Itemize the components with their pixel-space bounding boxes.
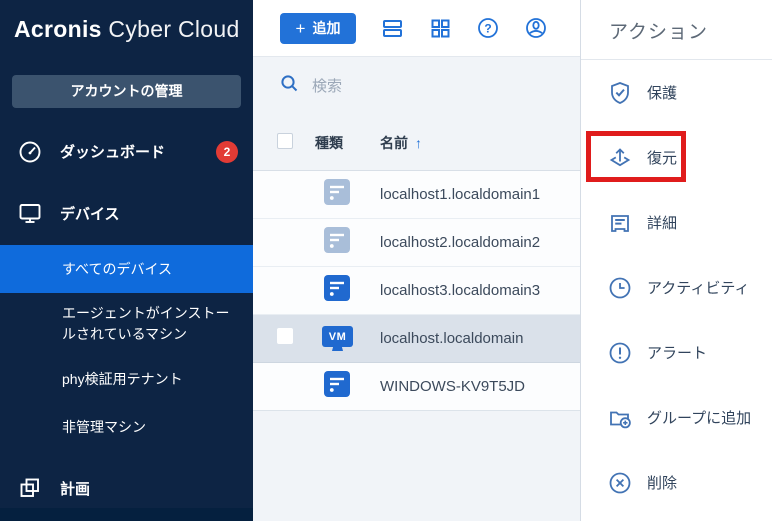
- action-alerts[interactable]: アラート: [581, 320, 772, 385]
- action-delete[interactable]: 削除: [581, 450, 772, 515]
- table-row[interactable]: localhost1.localdomain1: [253, 171, 580, 219]
- plans-icon: [17, 475, 43, 501]
- sidebar-nav: ダッシュボード 2 デバイス すべてのデバイス エージェントがインストールされて…: [0, 122, 253, 517]
- account-icon[interactable]: [524, 16, 548, 40]
- help-icon[interactable]: ?: [476, 16, 500, 40]
- sidebar-item-label: 計画: [60, 478, 90, 499]
- device-name: localhost.localdomain: [380, 330, 523, 347]
- machine-offline-icon: [324, 179, 350, 210]
- action-activities[interactable]: アクティビティ: [581, 255, 772, 320]
- plus-icon: +: [296, 20, 306, 37]
- machine-online-icon: [324, 371, 350, 402]
- sidebar-item-unmanaged-machines[interactable]: 非管理マシン: [0, 403, 253, 451]
- svg-text:?: ?: [484, 21, 491, 35]
- sidebar-item-devices[interactable]: デバイス: [0, 181, 253, 245]
- action-recover[interactable]: 復元: [581, 125, 772, 190]
- gauge-icon: [17, 139, 43, 165]
- add-to-group-icon: [607, 405, 633, 431]
- brand-logo-bold: Acronis: [14, 16, 102, 42]
- sidebar-item-label: すべてのデバイス: [62, 259, 172, 280]
- column-header-type[interactable]: 種類: [315, 133, 380, 153]
- table-header: 種類 名前 ↑: [253, 115, 580, 171]
- delete-icon: [607, 470, 633, 496]
- sidebar-bottom-strip: [0, 508, 253, 521]
- table-row[interactable]: localhost2.localdomain2: [253, 219, 580, 267]
- toolbar: + 追加 ?: [253, 0, 580, 57]
- sidebar-item-dashboard[interactable]: ダッシュボード 2: [0, 122, 253, 181]
- sidebar-item-label: 非管理マシン: [62, 417, 146, 438]
- sidebar: Acronis Cyber Cloud アカウントの管理 ダッシュボード 2: [0, 0, 253, 521]
- sidebar-item-label: デバイス: [60, 203, 120, 224]
- list-view-icon[interactable]: [380, 16, 404, 40]
- main-content: + 追加 ?: [253, 0, 580, 521]
- search-bar: [253, 57, 580, 115]
- select-all-checkbox[interactable]: [277, 133, 293, 149]
- search-input[interactable]: [312, 78, 532, 95]
- actions-panel-title: アクション: [581, 0, 772, 44]
- details-icon: [607, 210, 633, 236]
- sidebar-item-all-devices[interactable]: すべてのデバイス: [0, 245, 253, 293]
- activity-clock-icon: [607, 275, 633, 301]
- table-row[interactable]: localhost3.localdomain3: [253, 267, 580, 315]
- device-name: localhost3.localdomain3: [380, 282, 540, 299]
- row-checkbox[interactable]: [277, 328, 293, 344]
- actions-panel: アクション 保護 復元: [580, 0, 772, 521]
- grid-view-icon[interactable]: [428, 16, 452, 40]
- brand-logo-rest: Cyber Cloud: [102, 16, 240, 42]
- sidebar-item-label: phy検証用テナント: [62, 369, 183, 390]
- sidebar-item-phy-tenant[interactable]: phy検証用テナント: [0, 355, 253, 403]
- dashboard-alert-badge: 2: [216, 141, 238, 163]
- vm-icon: VM: [322, 326, 353, 351]
- shield-check-icon: [607, 80, 633, 106]
- recover-icon: [607, 145, 633, 171]
- add-button[interactable]: + 追加: [280, 13, 356, 44]
- sidebar-item-label: エージェントがインストールされているマシン: [62, 303, 237, 345]
- brand-logo: Acronis Cyber Cloud: [0, 0, 253, 43]
- device-name: localhost2.localdomain2: [380, 234, 540, 251]
- machine-online-icon: [324, 275, 350, 306]
- table-row-selected[interactable]: VM localhost.localdomain: [253, 315, 580, 363]
- action-add-to-group[interactable]: グループに追加: [581, 385, 772, 450]
- action-protect[interactable]: 保護: [581, 60, 772, 125]
- acronis-cyber-cloud-app: Acronis Cyber Cloud アカウントの管理 ダッシュボード 2: [0, 0, 772, 521]
- sidebar-item-label: ダッシュボード: [60, 141, 165, 162]
- device-table: localhost1.localdomain1 localhost2.local…: [253, 171, 580, 411]
- device-name: WINDOWS-KV9T5JD: [380, 378, 525, 395]
- sort-ascending-icon[interactable]: ↑: [415, 135, 422, 151]
- search-icon: [280, 74, 299, 98]
- machine-offline-icon: [324, 227, 350, 258]
- device-name: localhost1.localdomain1: [380, 186, 540, 203]
- column-header-name[interactable]: 名前: [380, 133, 408, 153]
- alert-icon: [607, 340, 633, 366]
- action-details[interactable]: 詳細: [581, 190, 772, 255]
- table-row[interactable]: WINDOWS-KV9T5JD: [253, 363, 580, 411]
- monitor-icon: [17, 200, 43, 226]
- manage-account-button[interactable]: アカウントの管理: [12, 75, 241, 108]
- sidebar-item-machines-with-agents[interactable]: エージェントがインストールされているマシン: [0, 293, 253, 355]
